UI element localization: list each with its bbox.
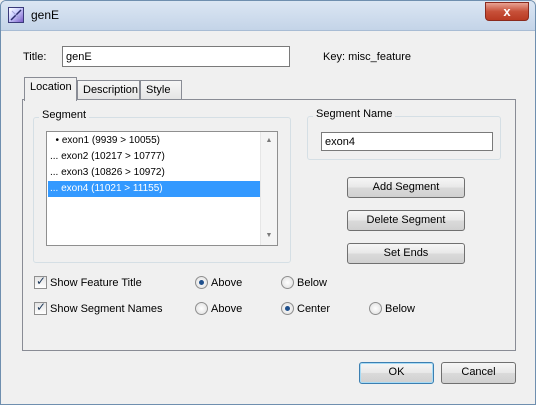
scroll-up-arrow-icon[interactable]: ▲ xyxy=(261,133,277,149)
title-input[interactable] xyxy=(62,46,290,67)
add-segment-button[interactable]: Add Segment xyxy=(347,177,465,198)
feature-title-above-radio[interactable] xyxy=(195,276,208,289)
checkmark-icon: ✓ xyxy=(36,274,47,288)
title-label: Title: xyxy=(23,51,47,63)
checkmark-icon: ✓ xyxy=(36,300,47,314)
window-title: genE xyxy=(31,8,60,22)
dialog-window: genE x Title: Key: misc_feature Location… xyxy=(0,0,536,405)
segment-names-center-label[interactable]: Center xyxy=(297,303,330,315)
segment-names-center-radio[interactable] xyxy=(281,302,294,315)
show-feature-title-label[interactable]: Show Feature Title xyxy=(50,277,142,289)
segment-names-below-radio[interactable] xyxy=(369,302,382,315)
scroll-down-arrow-icon[interactable]: ▼ xyxy=(261,228,277,244)
segment-name-group-title: Segment Name xyxy=(313,108,396,120)
title-bar[interactable]: genE x xyxy=(1,1,535,31)
cancel-button[interactable]: Cancel xyxy=(441,362,516,384)
show-feature-title-checkbox[interactable]: ✓ xyxy=(34,274,47,289)
segment-names-above-label[interactable]: Above xyxy=(211,303,242,315)
ok-button[interactable]: OK xyxy=(359,362,434,384)
segment-group-title: Segment xyxy=(39,109,90,121)
list-item-selected[interactable]: ... exon4 (11021 > 11155) xyxy=(48,181,260,197)
set-ends-button[interactable]: Set Ends xyxy=(347,243,465,264)
segment-list-scrollbar[interactable]: ▲ ▼ xyxy=(260,132,277,245)
feature-title-above-label[interactable]: Above xyxy=(211,277,242,289)
radio-selected-dot xyxy=(285,306,290,311)
feature-edit-icon xyxy=(8,7,24,23)
show-segment-names-checkbox[interactable]: ✓ xyxy=(34,300,47,315)
close-icon: x xyxy=(503,4,511,19)
show-segment-names-label[interactable]: Show Segment Names xyxy=(50,303,163,315)
list-item[interactable]: • exon1 (9939 > 10055) xyxy=(48,133,260,149)
tab-location[interactable]: Location xyxy=(24,77,77,101)
delete-segment-button[interactable]: Delete Segment xyxy=(347,210,465,231)
close-button[interactable]: x xyxy=(485,2,529,21)
tab-style[interactable]: Style xyxy=(140,80,182,100)
segment-name-input[interactable] xyxy=(321,132,493,151)
tab-description[interactable]: Description xyxy=(77,80,140,100)
key-text: Key: misc_feature xyxy=(323,51,412,63)
radio-selected-dot xyxy=(199,280,204,285)
list-item[interactable]: ... exon3 (10826 > 10972) xyxy=(48,165,260,181)
feature-title-below-label[interactable]: Below xyxy=(297,277,327,289)
segment-names-above-radio[interactable] xyxy=(195,302,208,315)
feature-title-below-radio[interactable] xyxy=(281,276,294,289)
list-item[interactable]: ... exon2 (10217 > 10777) xyxy=(48,149,260,165)
segment-list[interactable]: • exon1 (9939 > 10055) ... exon2 (10217 … xyxy=(46,131,278,246)
segment-names-below-label[interactable]: Below xyxy=(385,303,415,315)
